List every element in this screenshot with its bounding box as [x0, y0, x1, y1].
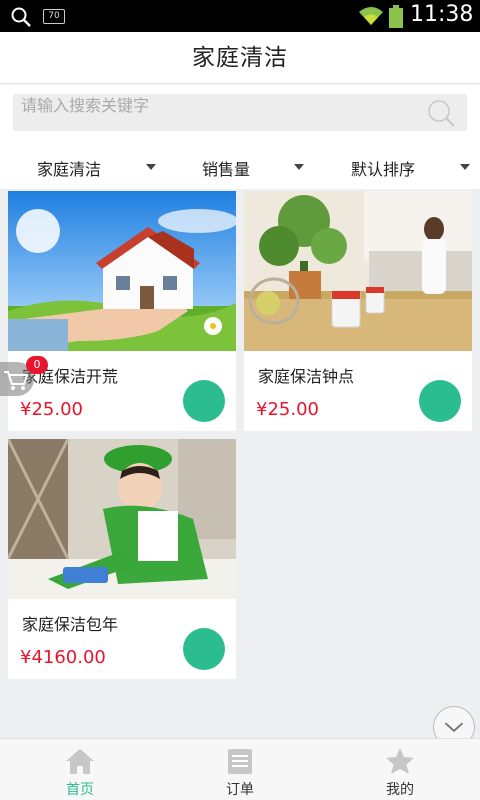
filter-sales[interactable]: 销售量	[160, 145, 320, 189]
product-card[interactable]: 家庭保洁包年 ¥4160.00	[8, 439, 236, 679]
product-name: 家庭保洁钟点	[258, 367, 355, 386]
nav-label-profile: 我的	[386, 782, 414, 798]
product-image	[8, 191, 236, 351]
battery-icon	[389, 5, 403, 28]
star-icon	[386, 748, 414, 774]
nav-item-orders[interactable]: 订单	[160, 739, 320, 800]
product-card[interactable]: 家庭保洁开荒 ¥25.00	[8, 191, 236, 431]
chevron-down-icon	[294, 164, 304, 170]
product-image	[8, 439, 236, 599]
clock: 11:38	[410, 2, 474, 27]
product-price: ¥4160.00	[20, 647, 106, 668]
filter-sort[interactable]: 默认排序	[320, 145, 480, 189]
add-to-cart-button[interactable]	[183, 628, 225, 670]
add-to-cart-button[interactable]	[183, 380, 225, 422]
product-price: ¥25.00	[20, 399, 83, 420]
search-box[interactable]	[13, 94, 467, 131]
app-header: 家庭清洁	[0, 32, 480, 84]
search-icon	[11, 7, 31, 27]
filter-category[interactable]: 家庭清洁	[0, 145, 160, 189]
product-image	[244, 191, 472, 351]
chevron-down-icon	[460, 164, 470, 170]
page-title: 家庭清洁	[192, 45, 288, 71]
product-card[interactable]: 家庭保洁钟点 ¥25.00	[244, 191, 472, 431]
nav-label-home: 首页	[66, 782, 94, 798]
product-name: 家庭保洁包年	[22, 615, 119, 634]
notification-badge: 70	[43, 9, 65, 24]
order-icon	[228, 749, 252, 774]
nav-label-orders: 订单	[226, 782, 254, 798]
bottom-nav: 首页 订单 我的	[0, 738, 480, 800]
chevron-down-icon	[146, 164, 156, 170]
filter-sort-label: 默认排序	[351, 160, 416, 179]
search-bar	[0, 85, 480, 145]
product-price: ¥25.00	[256, 399, 319, 420]
cart-count-badge: 0	[26, 356, 48, 374]
home-icon	[66, 749, 94, 774]
filter-category-label: 家庭清洁	[37, 160, 102, 179]
filter-sales-label: 销售量	[202, 160, 251, 179]
search-input[interactable]	[21, 94, 421, 131]
status-bar: 70 11:38	[0, 0, 480, 32]
wifi-icon	[359, 7, 383, 25]
nav-item-profile[interactable]: 我的	[320, 739, 480, 800]
filter-bar: 家庭清洁 销售量 默认排序	[0, 145, 480, 189]
add-to-cart-button[interactable]	[419, 380, 461, 422]
search-icon[interactable]	[425, 98, 457, 128]
nav-item-home[interactable]: 首页	[0, 739, 160, 800]
